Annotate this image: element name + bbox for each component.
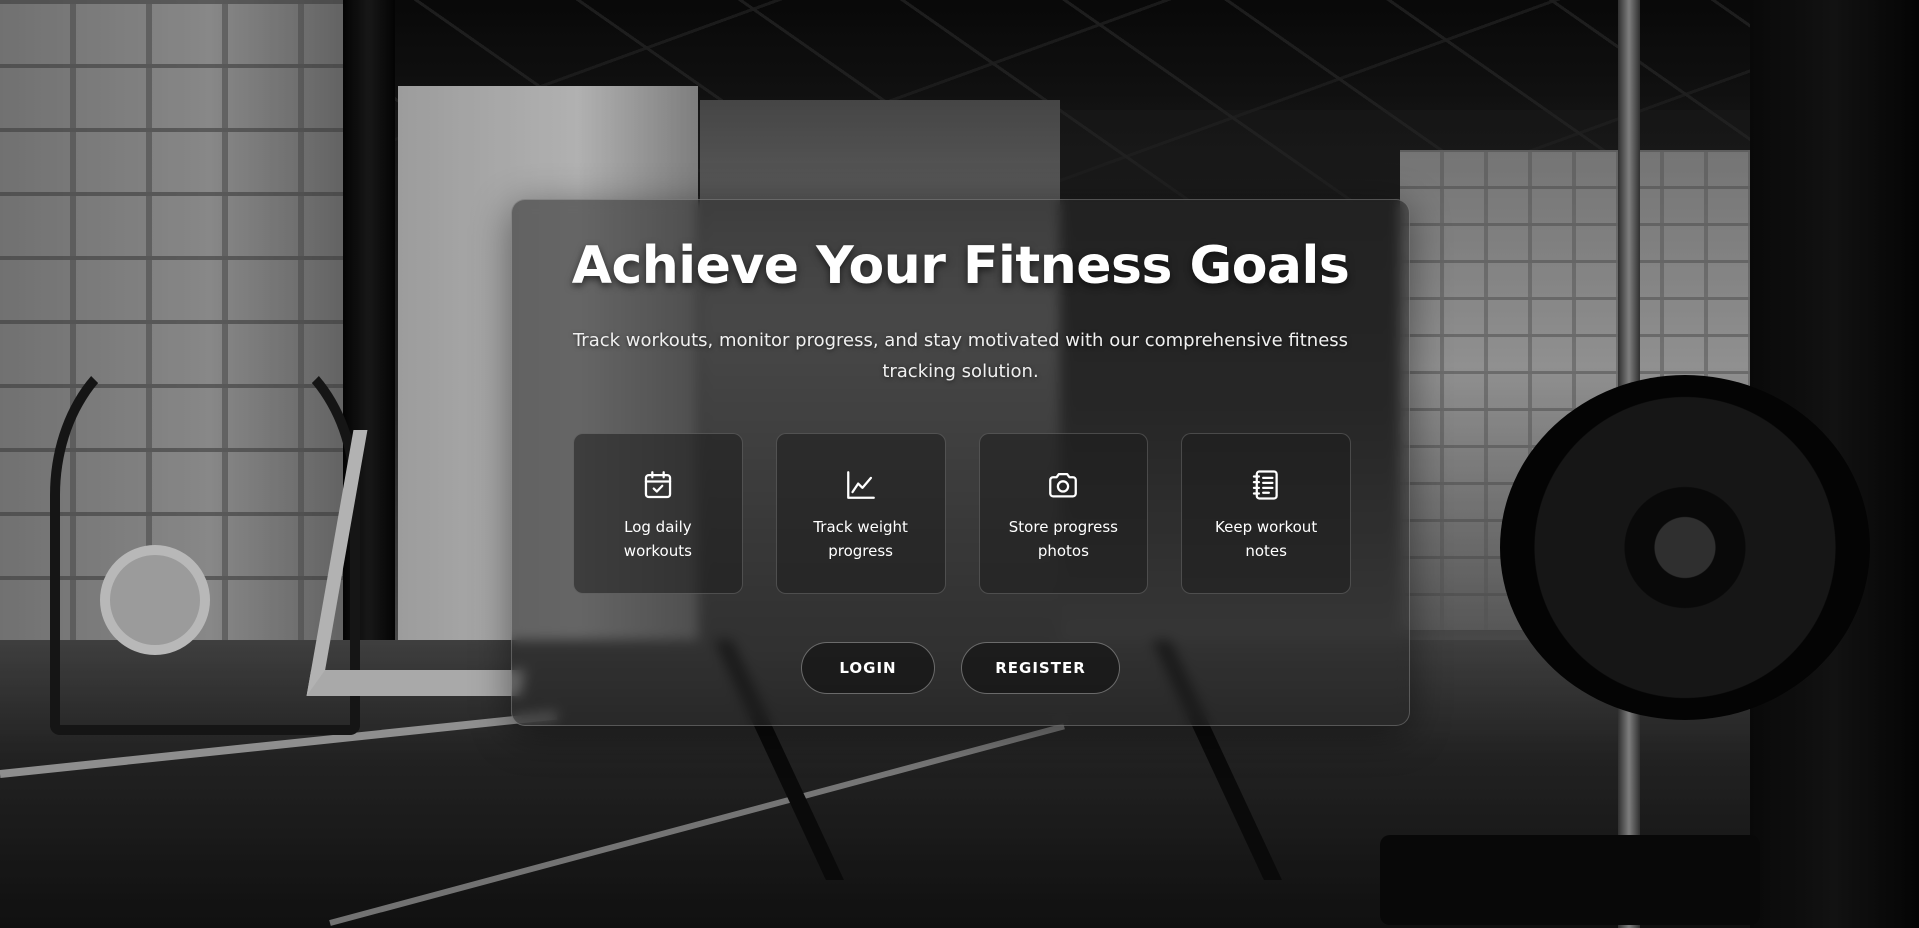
register-button[interactable]: REGISTER [961,642,1120,694]
feature-label: Store progress photos [1008,518,1118,560]
feature-list: Log daily workouts Track weight progress [573,433,1351,595]
line-chart-icon [843,467,879,503]
feature-card-workout-notes: Keep workout notes [1181,433,1351,594]
calendar-check-icon [640,467,676,503]
camera-icon [1045,467,1081,503]
hero-title: Achieve Your Fitness Goals [571,236,1350,296]
feature-card-track-weight: Track weight progress [775,433,946,594]
hero-card: Achieve Your Fitness Goals Track workout… [511,199,1410,726]
feature-card-log-workouts: Log daily workouts [573,433,743,594]
auth-actions: LOGIN REGISTER [512,642,1409,694]
feature-label: Keep workout notes [1215,518,1318,560]
hero-subtitle: Track workouts, monitor progress, and st… [572,330,1349,382]
feature-label: Track weight progress [813,518,908,560]
landing-page: Achieve Your Fitness Goals Track workout… [0,0,1919,928]
feature-label: Log daily workouts [623,518,692,560]
notebook-icon [1248,467,1284,503]
login-button[interactable]: LOGIN [801,642,935,694]
feature-card-progress-photos: Store progress photos [978,433,1149,594]
